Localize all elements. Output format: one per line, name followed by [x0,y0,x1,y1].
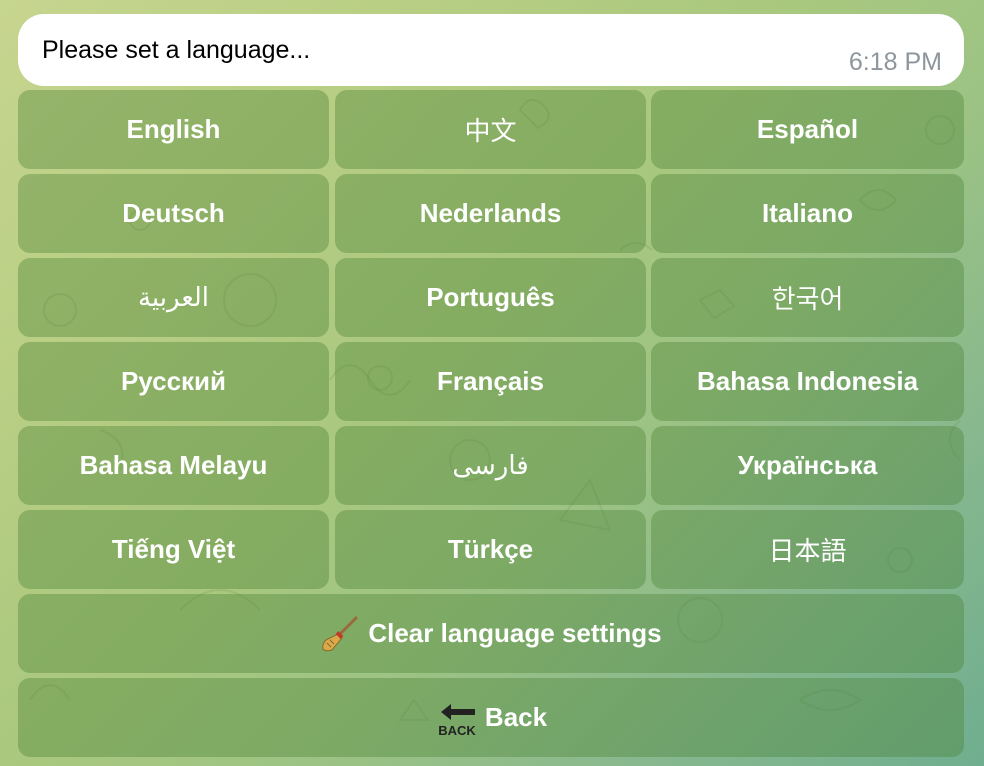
keyboard-row: Русский Français Bahasa Indonesia [18,342,964,421]
language-button-turkish[interactable]: Türkçe [335,510,646,589]
button-label: Nederlands [419,198,562,228]
button-label: Bahasa Indonesia [696,366,919,396]
language-button-dutch[interactable]: Nederlands [335,174,646,253]
message-text: Please set a language... [42,36,311,64]
button-label: 中文 [464,117,517,147]
button-label: فارسی [452,450,529,481]
language-button-spanish[interactable]: Español [651,90,964,169]
button-label: Français [437,366,544,396]
keyboard-row: Bahasa Melayu فارسی Українська [18,426,964,505]
language-button-persian[interactable]: فارسی [335,426,646,505]
back-button[interactable]: BACK Back [18,678,964,757]
button-label: Deutsch [122,198,225,228]
keyboard-row: Tiếng Việt Türkçe 日本語 [18,510,964,589]
language-button-chinese[interactable]: 中文 [335,90,646,169]
language-button-arabic[interactable]: العربية [18,258,329,337]
language-button-ukrainian[interactable]: Українська [651,426,964,505]
language-button-korean[interactable]: 한국어 [651,258,964,337]
button-label: Русский [120,366,227,396]
keyboard-row: English 中文 Español [18,90,964,169]
language-button-vietnamese[interactable]: Tiếng Việt [18,510,329,589]
broom-icon [322,616,358,651]
button-label: Español [756,114,859,144]
button-label: Українська [737,450,878,480]
language-button-malay[interactable]: Bahasa Melayu [18,426,329,505]
button-label: 한국어 [771,285,844,315]
keyboard-row: العربية Português 한국어 [18,258,964,337]
button-label: Italiano [761,198,853,228]
button-label: العربية [137,282,210,313]
language-button-japanese[interactable]: 日本語 [651,510,964,589]
language-button-russian[interactable]: Русский [18,342,329,421]
bot-message-bubble: Please set a language... 6:18 PM [18,14,964,86]
button-label: Clear language settings [368,618,662,648]
language-button-portuguese[interactable]: Português [335,258,646,337]
back-arrow-icon: BACK [438,703,476,738]
language-button-italian[interactable]: Italiano [651,174,964,253]
button-label: Türkçe [447,534,534,564]
keyboard-row: BACK Back [18,678,964,757]
button-label: 日本語 [768,537,847,567]
keyboard-row: Deutsch Nederlands Italiano [18,174,964,253]
language-button-indonesian[interactable]: Bahasa Indonesia [651,342,964,421]
language-button-french[interactable]: Français [335,342,646,421]
language-button-english[interactable]: English [18,90,329,169]
button-label: Tiếng Việt [111,534,236,564]
message-timestamp: 6:18 PM [848,48,942,76]
button-label: Português [426,282,555,312]
button-label: Back [484,702,548,732]
inline-keyboard: English 中文 Español Deutsch Nederlands It… [18,90,964,758]
language-button-german[interactable]: Deutsch [18,174,329,253]
clear-language-settings-button[interactable]: Clear language settings [18,594,964,673]
button-label: English [126,114,221,144]
button-label: Bahasa Melayu [79,450,268,480]
keyboard-row: Clear language settings [18,594,964,673]
svg-text:BACK: BACK [438,723,476,738]
